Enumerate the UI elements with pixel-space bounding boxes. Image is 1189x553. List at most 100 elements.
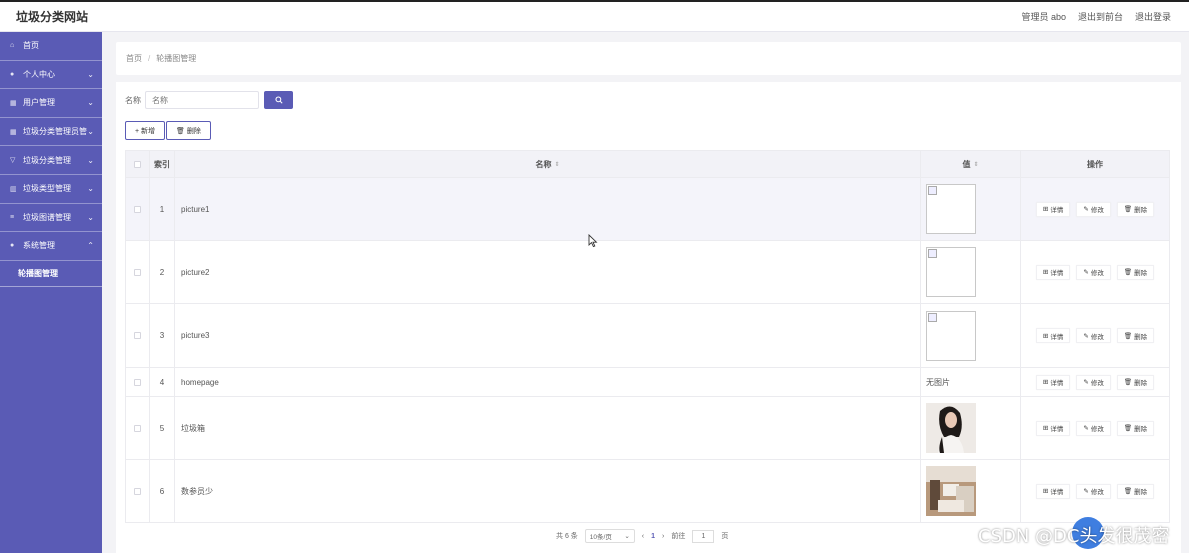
row-checkbox[interactable] [134, 205, 141, 213]
next-page-button[interactable]: › [662, 533, 664, 540]
detail-button[interactable]: ⊞ 详情 [1035, 328, 1071, 343]
breadcrumb-separator: / [148, 54, 151, 63]
row-ops: ⊞ 详情 ✎ 修改 🗑 删除 [1021, 178, 1170, 240]
grid-icon: ▦ [10, 99, 17, 107]
row-checkbox[interactable] [134, 332, 141, 339]
trash-icon: 🗑 [1123, 425, 1133, 432]
delete-button[interactable]: 🗑 删除 [1116, 201, 1155, 217]
row-index: 2 [150, 241, 175, 303]
delete-label: 删除 [1134, 207, 1148, 214]
row-select-cell [125, 241, 150, 303]
row-ops: ⊞ 详情 ✎ 修改 🗑 删除 [1021, 368, 1170, 396]
sidebar-item-graph[interactable]: ≡ 垃圾图谱管理 ⌄ [0, 204, 102, 233]
broken-image-marker [928, 312, 937, 322]
table-header: 索引 名称 ⇕ 值 ⇕ 操作 [125, 150, 1170, 178]
sidebar-item-home[interactable]: ⌂ 首页 [0, 32, 102, 61]
row-checkbox[interactable] [134, 424, 141, 432]
delete-button[interactable]: 🗑 删除 [1116, 264, 1155, 280]
detail-button[interactable]: ⊞ 详情 [1035, 201, 1071, 217]
header-name[interactable]: 名称 ⇕ [175, 151, 921, 177]
bulk-delete-button[interactable]: 🗑 删除 [166, 121, 211, 140]
site-title: 垃圾分类网站 [16, 10, 89, 24]
row-name: picture3 [175, 304, 921, 367]
sidebar-item-user-management[interactable]: ▦ 用户管理 ⌄ [0, 89, 102, 118]
edit-button[interactable]: ✎ 修改 [1076, 264, 1111, 280]
sort-icon: ⇕ [973, 161, 979, 168]
delete-label: 删除 [1134, 333, 1148, 341]
edit-button[interactable]: ✎ 修改 [1076, 201, 1111, 217]
room-photo[interactable] [926, 466, 976, 516]
portrait-photo[interactable] [926, 403, 976, 453]
edit-label: 修改 [1090, 426, 1104, 433]
chevron-down-icon: ⌄ [87, 69, 94, 79]
admin-user-label[interactable]: 管理员 abo [1021, 10, 1066, 23]
current-page[interactable]: 1 [651, 533, 655, 540]
edit-icon: ✎ [1083, 269, 1089, 276]
edit-icon: ✎ [1083, 206, 1089, 213]
delete-button[interactable]: 🗑 删除 [1116, 374, 1155, 390]
edit-icon: ✎ [1083, 488, 1089, 495]
row-select-cell [125, 304, 150, 367]
row-value [921, 304, 1021, 367]
row-checkbox[interactable] [134, 268, 141, 276]
prev-page-button[interactable]: ‹ [642, 533, 644, 540]
detail-icon: ⊞ [1042, 269, 1049, 276]
edit-button[interactable]: ✎ 修改 [1076, 328, 1111, 343]
broken-image-icon[interactable] [926, 310, 976, 361]
detail-icon: ⊞ [1042, 206, 1049, 213]
search-input[interactable] [145, 91, 259, 109]
search-icon [274, 96, 283, 104]
detail-button[interactable]: ⊞ 详情 [1035, 374, 1071, 390]
add-button[interactable]: + 新增 [125, 121, 166, 140]
sidebar-item-types[interactable]: ▥ 垃圾类型管理 ⌄ [0, 175, 102, 204]
row-value [921, 397, 1021, 459]
sidebar-item-system[interactable]: ● 系统管理 ⌃ [0, 232, 102, 261]
broken-image-icon[interactable] [926, 247, 976, 297]
delete-button[interactable]: 🗑 删除 [1116, 328, 1155, 343]
row-index: 5 [150, 397, 175, 459]
sidebar-item-label: 垃圾图谱管理 [23, 212, 71, 222]
edit-button[interactable]: ✎ 修改 [1076, 483, 1111, 499]
sidebar-item-classification[interactable]: ▽ 垃圾分类管理 ⌄ [0, 146, 102, 175]
select-all-checkbox[interactable] [134, 160, 141, 168]
row-value [921, 460, 1021, 522]
row-checkbox[interactable] [134, 487, 141, 495]
broken-image-icon[interactable] [926, 184, 976, 234]
search-button[interactable] [264, 91, 293, 109]
row-name: picture2 [175, 241, 921, 303]
trash-icon: 🗑 [1123, 332, 1133, 340]
page-size-select[interactable]: 10条/页 ⌄ [584, 529, 635, 543]
delete-label: 删除 [1134, 426, 1148, 433]
delete-button[interactable]: 🗑 删除 [1116, 483, 1155, 499]
edit-button[interactable]: ✎ 修改 [1076, 420, 1111, 436]
edit-label: 修改 [1090, 333, 1104, 341]
chevron-down-icon: ⌄ [87, 127, 94, 137]
sidebar-item-personal-center[interactable]: ● 个人中心 ⌄ [0, 61, 102, 90]
header-value[interactable]: 值 ⇕ [921, 151, 1021, 177]
row-ops: ⊞ 详情 ✎ 修改 🗑 删除 [1021, 241, 1170, 303]
sidebar-item-label: 垃圾类型管理 [23, 184, 71, 194]
edit-button[interactable]: ✎ 修改 [1076, 374, 1111, 390]
row-checkbox[interactable] [134, 378, 141, 386]
header-index: 索引 [150, 151, 175, 177]
trash-icon: 🗑 [1123, 379, 1133, 386]
logout-link[interactable]: 退出登录 [1135, 10, 1171, 23]
back-to-frontend-link[interactable]: 退出到前台 [1078, 10, 1123, 23]
sidebar-item-label: 个人中心 [23, 69, 55, 79]
breadcrumb-home[interactable]: 首页 [126, 53, 142, 64]
detail-button[interactable]: ⊞ 详情 [1035, 264, 1071, 280]
row-index: 3 [150, 304, 175, 367]
detail-button[interactable]: ⊞ 详情 [1035, 483, 1071, 499]
sidebar-item-classifier-admin[interactable]: ▦ 垃圾分类管理员管理 ⌄ [0, 118, 102, 147]
home-icon: ⌂ [10, 42, 15, 50]
chevron-down-icon: ⌄ [87, 212, 94, 222]
search-bar: 名称 [125, 91, 293, 109]
detail-button[interactable]: ⊞ 详情 [1035, 420, 1071, 436]
detail-label: 详情 [1050, 380, 1064, 387]
sidebar-subitem-carousel[interactable]: 轮播图管理 [0, 261, 102, 287]
goto-page-input[interactable]: 1 [692, 529, 715, 543]
delete-button[interactable]: 🗑 删除 [1116, 420, 1155, 436]
chevron-down-icon: ⌄ [87, 184, 94, 194]
page-unit-label: 页 [721, 533, 729, 540]
detail-label: 详情 [1050, 207, 1064, 214]
